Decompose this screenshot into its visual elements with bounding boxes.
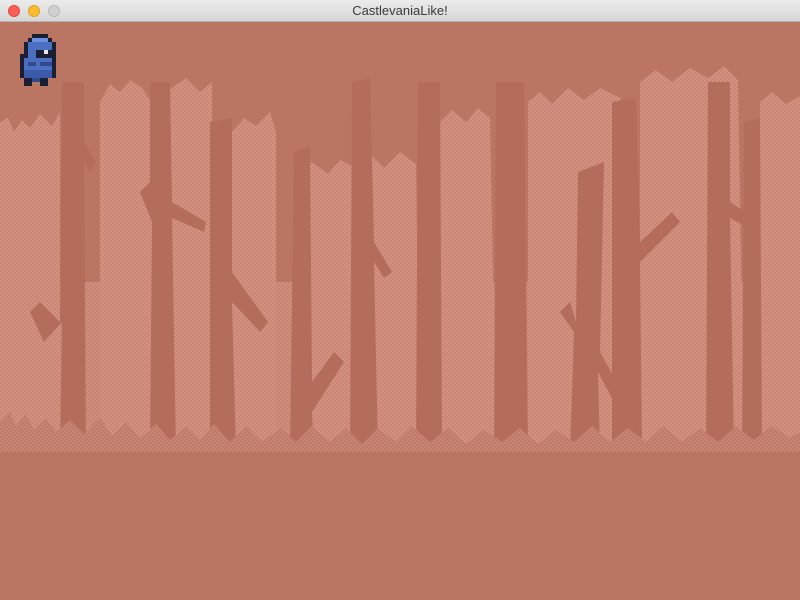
window-title: CastlevaniaLike! [352,3,448,18]
hooded-knight-sprite [20,34,56,86]
game-canvas[interactable] [0,22,800,600]
ground [0,452,800,600]
game-window: CastlevaniaLike! [0,0,800,600]
title-bar[interactable]: CastlevaniaLike! [0,0,800,22]
forest-background [0,22,800,600]
player-sprite [20,34,56,86]
